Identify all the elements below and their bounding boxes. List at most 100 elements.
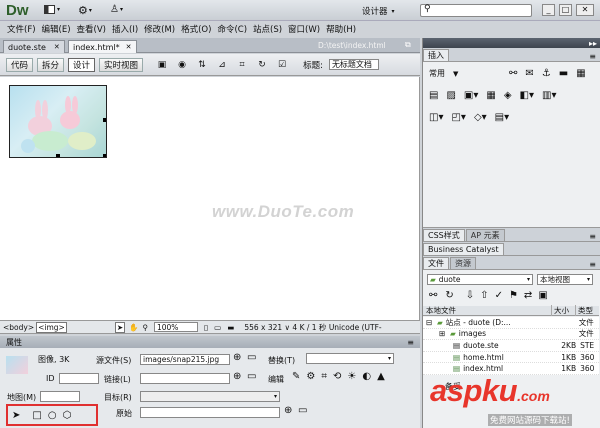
hand-tool-icon[interactable]: ✋ <box>129 323 138 332</box>
original-input[interactable] <box>140 407 280 418</box>
check-in-icon[interactable]: ⚑ <box>509 290 518 301</box>
collapse-icon[interactable]: ⊟ <box>426 318 434 327</box>
view-select[interactable]: 本地视图 ▾ <box>537 274 593 285</box>
close-icon[interactable]: ✕ <box>126 43 132 51</box>
tag-chooser-icon[interactable]: ◇▾ <box>474 112 487 123</box>
tag-selector-img[interactable]: <img> <box>36 321 67 333</box>
pointer-hotspot-icon[interactable]: ➤ <box>12 410 20 421</box>
circle-hotspot-icon[interactable]: ○ <box>48 410 57 421</box>
window-size-icon-3[interactable]: ▬ <box>227 323 234 332</box>
doc-tab-duote-ste[interactable]: duote.ste ✕ <box>3 40 65 53</box>
tag-selector-body[interactable]: <body> <box>3 323 34 332</box>
optimize-icon[interactable]: ⚙ <box>306 371 315 382</box>
crop-icon[interactable]: ⌗ <box>321 371 327 382</box>
expand-icon[interactable]: ⊞ <box>439 329 447 338</box>
pencil-icon[interactable]: ✎ <box>292 371 300 382</box>
anchor-icon[interactable]: ⚓ <box>542 68 551 79</box>
maximize-button[interactable]: □ <box>559 4 572 16</box>
menu-modify[interactable]: 修改(M) <box>141 23 178 35</box>
src-input[interactable]: images/snap215.jpg <box>140 354 230 365</box>
col-size[interactable]: 大小 <box>551 305 575 316</box>
code-view-button[interactable]: 代码 <box>6 57 34 72</box>
media-icon[interactable]: ▣▾ <box>464 90 478 101</box>
col-local-files[interactable]: 本地文件 <box>423 305 551 316</box>
resize-handle-corner[interactable] <box>103 154 106 157</box>
split-view-button[interactable]: 拆分 <box>37 57 65 72</box>
point-to-file-icon[interactable]: ⊕ <box>233 352 241 363</box>
menu-file[interactable]: 文件(F) <box>4 23 39 35</box>
pointer-tool-icon[interactable]: ➤ <box>114 321 126 333</box>
hr-icon[interactable]: ▬ <box>559 68 568 79</box>
polygon-hotspot-icon[interactable]: ⬡ <box>63 410 72 421</box>
alt-select[interactable]: ▾ <box>306 353 394 364</box>
browse-folder-icon[interactable]: ▭ <box>247 371 256 382</box>
date-icon[interactable]: ▦ <box>486 90 495 101</box>
tree-row-duote-ste[interactable]: ▤ duote.ste 2KB STE <box>423 340 599 352</box>
assets-tab[interactable]: 资源 <box>450 257 476 269</box>
refresh-icon[interactable]: ↻ <box>445 290 453 301</box>
resample-icon[interactable]: ⟲ <box>333 371 341 382</box>
close-button[interactable]: ✕ <box>576 4 594 16</box>
close-icon[interactable]: ✕ <box>54 43 60 51</box>
live-code-icon[interactable]: ▣ <box>155 58 169 72</box>
doc-tab-index-html[interactable]: index.html* ✕ <box>68 40 137 53</box>
design-view-button[interactable]: 设计 <box>68 57 96 72</box>
live-view-button[interactable]: 实时视图 <box>99 57 144 72</box>
help-search-input[interactable]: ⚲ <box>420 4 532 17</box>
window-size-icon-1[interactable]: ▯ <box>204 323 208 332</box>
col-type[interactable]: 类型 <box>575 305 593 316</box>
id-input[interactable] <box>59 373 99 384</box>
resize-handle-bottom[interactable] <box>56 154 60 157</box>
widget-icon[interactable]: ▤▾ <box>495 112 509 123</box>
target-select[interactable]: ▾ <box>140 391 280 402</box>
comment-icon[interactable]: ◧▾ <box>520 90 534 101</box>
put-files-icon[interactable]: ⇧ <box>480 290 488 301</box>
site-menu-button[interactable]: ♙ ▾ <box>110 4 123 15</box>
ap-elements-tab[interactable]: AP 元素 <box>465 229 505 241</box>
sharpen-icon[interactable]: ◐ <box>362 371 371 382</box>
business-catalyst-tab[interactable]: Business Catalyst <box>423 243 504 255</box>
window-size-icon-2[interactable]: ▭ <box>214 323 221 332</box>
email-link-icon[interactable]: ✉ <box>525 68 533 79</box>
tree-row-site[interactable]: ⊟ ▰ 站点 - duote (D:... 文件 <box>423 317 599 329</box>
extend-menu-button[interactable]: ⚙ ▾ <box>78 4 92 17</box>
files-tab[interactable]: 文件 <box>423 257 449 269</box>
collapse-icon[interactable]: ▸▸ <box>589 39 597 48</box>
resize-handle-right[interactable] <box>103 118 106 122</box>
menu-view[interactable]: 查看(V) <box>74 23 109 35</box>
refresh-design-icon[interactable]: ↻ <box>255 58 269 72</box>
title-input[interactable]: 无标题文档 <box>328 59 379 70</box>
site-select[interactable]: ▰ duote ▾ <box>427 274 533 285</box>
image-icon[interactable]: ▨ <box>446 90 455 101</box>
template-icon[interactable]: ◰▾ <box>451 112 465 123</box>
menu-edit[interactable]: 编辑(E) <box>39 23 74 35</box>
menu-window[interactable]: 窗口(W) <box>285 23 323 35</box>
inspect-icon[interactable]: ⊿ <box>215 58 229 72</box>
menu-format[interactable]: 格式(O) <box>178 23 214 35</box>
layout-menu-button[interactable]: ▾ <box>44 5 60 14</box>
menu-site[interactable]: 站点(S) <box>250 23 285 35</box>
script-icon[interactable]: ◫▾ <box>429 112 443 123</box>
tree-row-home-html[interactable]: ▤ home.html 1KB 360 <box>423 352 599 364</box>
menu-commands[interactable]: 命令(C) <box>214 23 250 35</box>
menu-insert[interactable]: 插入(I) <box>109 23 141 35</box>
insert-category-select[interactable]: 常用 ▼ <box>429 68 458 79</box>
browser-preview-icon[interactable]: ◉ <box>175 58 189 72</box>
check-out-icon[interactable]: ✓ <box>495 290 503 301</box>
restore-icon[interactable]: ⧉ <box>405 40 411 50</box>
zoom-tool-icon[interactable]: ⚲ <box>142 323 148 332</box>
link-input[interactable] <box>140 373 230 384</box>
point-to-file-icon[interactable]: ⊕ <box>233 371 241 382</box>
selected-image[interactable] <box>9 85 107 158</box>
minimize-button[interactable]: _ <box>542 4 555 16</box>
sync-icon[interactable]: ⇄ <box>524 290 532 301</box>
head-icon[interactable]: ▥▾ <box>542 90 556 101</box>
brightness-icon[interactable]: ☀ <box>347 371 356 382</box>
tree-row-images[interactable]: ⊞ ▰ images 文件 <box>423 329 599 341</box>
check-browser-icon[interactable]: ☑ <box>275 58 289 72</box>
map-input[interactable] <box>40 391 80 402</box>
table-icon[interactable]: ▦ <box>576 68 585 79</box>
warning-icon[interactable]: ▲ <box>377 371 385 382</box>
div-icon[interactable]: ▤ <box>429 90 438 101</box>
browse-folder-icon[interactable]: ▭ <box>247 352 256 363</box>
